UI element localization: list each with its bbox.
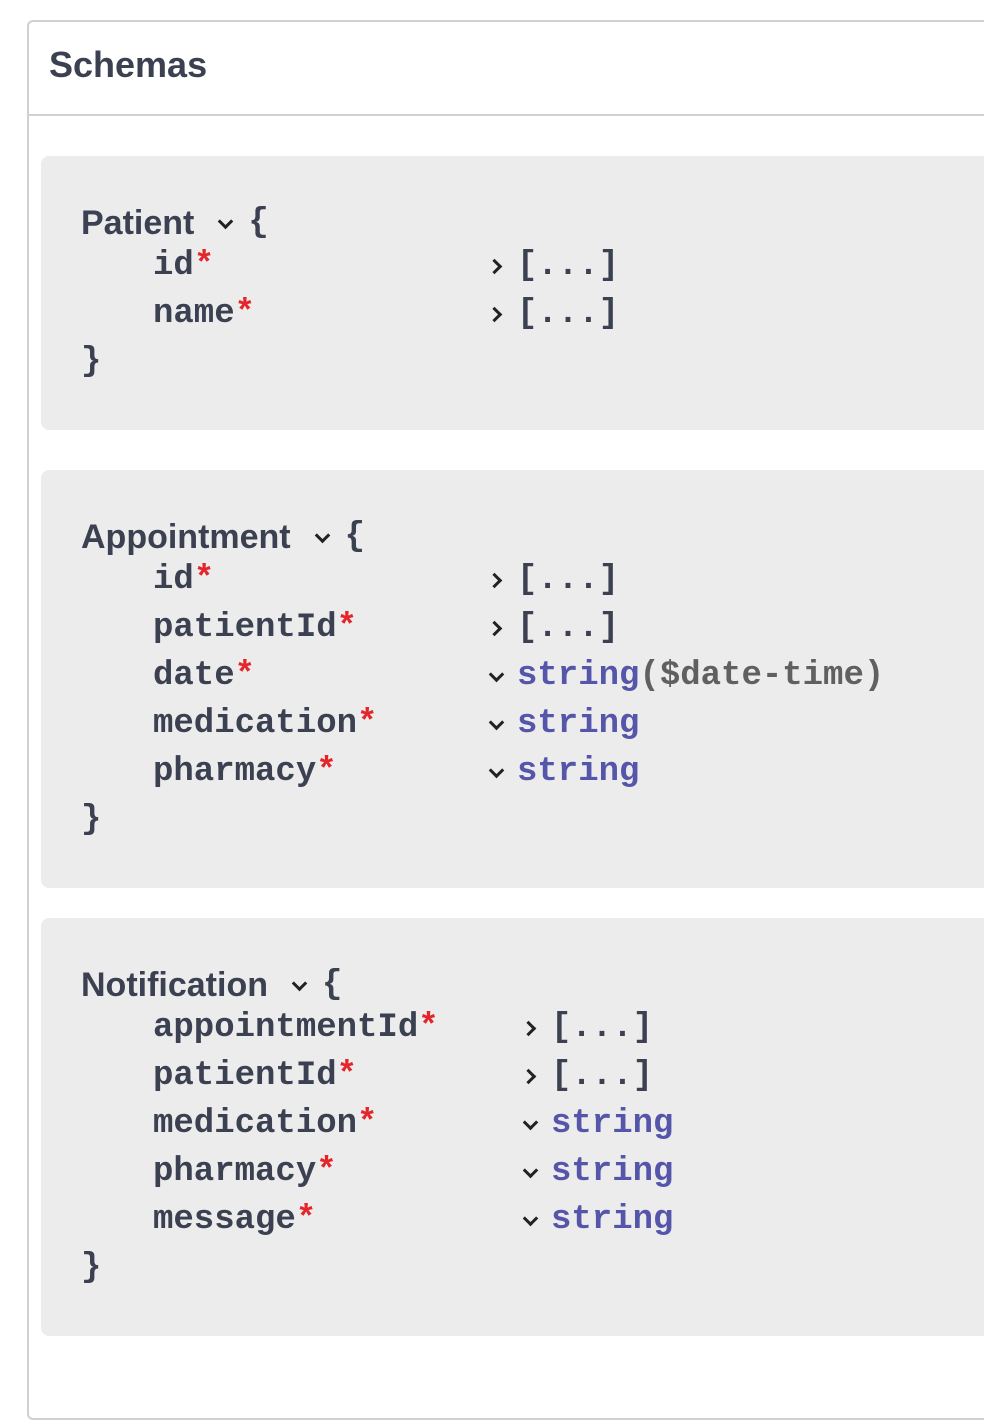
property-value[interactable]: [...] [485,561,619,599]
chevron-right-icon[interactable] [519,1017,541,1039]
property-value[interactable]: [...] [519,1009,653,1047]
property-name: pharmacy* [153,1153,337,1191]
chevron-down-icon[interactable] [519,1113,541,1135]
property-value[interactable]: string [485,753,639,791]
property-type: string [517,705,640,743]
model-appointment: Appointment { id* [...] patientId* [...]… [41,470,984,888]
chevron-down-icon[interactable] [311,526,333,548]
property-name: id* [153,247,215,285]
chevron-right-icon[interactable] [519,1065,541,1087]
property-value[interactable]: [...] [485,247,619,285]
required-marker: * [193,561,215,599]
open-brace: { [344,518,366,556]
open-brace: { [321,966,343,1004]
open-brace: { [248,204,269,242]
close-brace-row: } [81,798,101,842]
required-marker: * [234,295,256,333]
required-marker: * [418,1009,439,1047]
close-brace-row: } [81,340,101,384]
collapsed-value[interactable]: [...] [517,561,619,599]
chevron-down-icon[interactable] [288,974,310,996]
collapsed-value[interactable]: [...] [517,609,619,647]
schemas-section-header[interactable]: Schemas [29,22,984,116]
property-value[interactable]: string [519,1105,673,1143]
property-name: pharmacy* [153,753,337,791]
property-value[interactable]: string [519,1153,673,1191]
collapsed-value[interactable]: [...] [517,247,619,285]
model-notification: Notification { appointmentId* [...] pati… [41,918,984,1336]
property-name: patientId* [153,1057,358,1095]
required-marker: * [336,609,358,647]
model-name: Patient [81,203,195,242]
model-header[interactable]: Notification { [81,963,342,1007]
required-marker: * [357,1105,378,1143]
collapsed-value[interactable]: [...] [517,295,619,333]
close-brace: } [81,801,102,839]
model-patient: Patient { id* [...] name* [...] } [41,156,984,430]
chevron-down-icon[interactable] [485,713,507,735]
property-name: id* [153,561,215,599]
chevron-down-icon[interactable] [214,212,236,234]
model-name: Notification [81,965,268,1004]
collapsed-value[interactable]: [...] [551,1057,653,1095]
property-name: message* [153,1201,317,1239]
chevron-down-icon[interactable] [519,1209,541,1231]
chevron-down-icon[interactable] [485,665,507,687]
property-type: string [551,1153,674,1191]
chevron-down-icon[interactable] [519,1161,541,1183]
required-marker: * [357,705,378,743]
chevron-right-icon[interactable] [485,255,507,277]
required-marker: * [193,247,215,285]
property-name: patientId* [153,609,358,647]
model-header[interactable]: Patient { [81,201,269,245]
property-value[interactable]: [...] [485,295,619,333]
model-header[interactable]: Appointment { [81,515,365,559]
chevron-right-icon[interactable] [485,569,507,591]
property-name: appointmentId* [153,1009,439,1047]
close-brace: } [81,1249,102,1287]
collapsed-value[interactable]: [...] [551,1009,653,1047]
property-type: string [517,657,640,695]
property-name: date* [153,657,256,695]
required-marker: * [336,1057,358,1095]
property-value[interactable]: [...] [485,609,619,647]
property-name: medication* [153,705,378,743]
required-marker: * [295,1201,317,1239]
property-name: medication* [153,1105,378,1143]
property-type: string [551,1201,674,1239]
close-brace: } [81,343,102,381]
property-type: string [551,1105,674,1143]
chevron-right-icon[interactable] [485,303,507,325]
model-name: Appointment [81,517,291,556]
property-value[interactable]: [...] [519,1057,653,1095]
chevron-right-icon[interactable] [485,617,507,639]
property-type: string [517,753,640,791]
property-value[interactable]: string ($date-time) [485,657,884,695]
required-marker: * [234,657,256,695]
property-value[interactable]: string [519,1201,673,1239]
property-name: name* [153,295,256,333]
close-brace-row: } [81,1246,101,1290]
property-format: ($date-time) [639,657,885,695]
required-marker: * [316,1153,337,1191]
section-title: Schemas [49,44,208,85]
chevron-down-icon[interactable] [485,761,507,783]
property-value[interactable]: string [485,705,639,743]
required-marker: * [316,753,337,791]
